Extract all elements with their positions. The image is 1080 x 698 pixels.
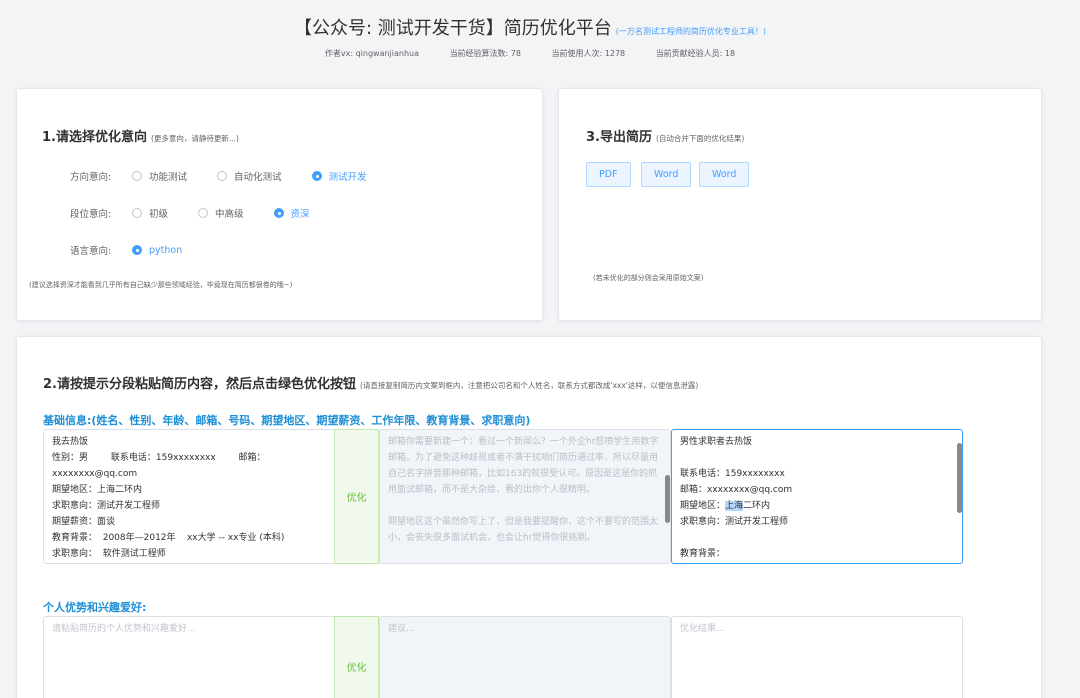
radio-direction-functional[interactable]: 功能测试: [132, 169, 187, 183]
radio-level-expert[interactable]: 资深: [273, 206, 310, 220]
basic-info-input[interactable]: 我去热饭 性别：男 联系电话：159xxxxxxxx 邮箱：xxxxxxxx@q…: [43, 429, 336, 564]
radio-dot: [198, 208, 209, 218]
radio-label: 中高级: [215, 209, 244, 220]
export-card-title: 3.导出简历 (自动合并下面的优化结果): [586, 126, 744, 145]
direction-row: 方向意向: 功能测试 自动化测试 测试开发: [70, 169, 397, 183]
author-info: 作者vx: qingwanjianhua: [324, 49, 420, 58]
radio-label: 资深: [290, 209, 310, 220]
result-line: 男性求职者去热饭: [680, 437, 753, 447]
basic-result-box[interactable]: 男性求职者去热饭 联系电话：159xxxxxxxx 邮箱：xxxxxxxx@qq…: [671, 429, 963, 564]
result-line: 求职意向：测试开发工程师: [680, 517, 789, 527]
page-subtitle: (一万名测试工程师的简历优化专业工具！): [615, 27, 767, 36]
contributor-count: 当前贡献经验人员: 18: [655, 49, 736, 58]
result-line: 期望地区：: [680, 501, 726, 511]
basic-info-label: 基础信息:(姓名、性别、年龄、邮箱、号码、期望地区、期望薪资、工作年限、教育背景…: [43, 414, 531, 427]
page-title: 【公众号: 测试开发干货】简历优化平台: [293, 18, 612, 39]
hobby-optimize-button[interactable]: 优化: [334, 616, 379, 698]
basic-advice-box: 邮箱你需要新建一个：看过一个新闻么？一个外企hr怒喷学生用数字邮箱。为了避免这种…: [379, 429, 671, 564]
result-scrollbar[interactable]: [957, 443, 962, 513]
hobby-result-box[interactable]: 优化结果...: [671, 616, 963, 698]
hobby-advice-box: 建议...: [379, 616, 671, 698]
resume-card-title: 2.请按提示分段粘贴简历内容，然后点击绿色优化按钮 (请直接复制简历内文案到框内，…: [43, 373, 698, 392]
hobby-input[interactable]: 请粘贴简历的个人优势和兴趣爱好...: [43, 616, 336, 698]
radio-dot: [311, 171, 322, 181]
hobby-result-placeholder: 优化结果...: [680, 624, 725, 634]
radio-dot: [132, 208, 142, 218]
radio-dot: [273, 208, 284, 218]
language-label: 语言意向:: [70, 246, 112, 257]
resume-title-text: 2.请按提示分段粘贴简历内容，然后点击绿色优化按钮: [43, 377, 356, 392]
radio-level-mid-senior[interactable]: 中高级: [198, 206, 244, 220]
intent-card: 1.请选择优化意向 (更多意向，请静待更新...) 方向意向: 功能测试 自动化测…: [16, 88, 543, 321]
usage-count: 当前使用人次: 1278: [551, 49, 626, 58]
basic-optimize-button[interactable]: 优化: [334, 429, 379, 564]
result-line: 邮箱：xxxxxxxx@qq.com: [680, 485, 793, 495]
intent-card-title: 1.请选择优化意向 (更多意向，请静待更新...): [42, 126, 239, 145]
radio-dot: [132, 245, 142, 255]
radio-level-junior[interactable]: 初级: [132, 206, 168, 220]
hobby-label: 个人优势和兴趣爱好:: [43, 601, 147, 614]
radio-direction-automation[interactable]: 自动化测试: [217, 169, 282, 183]
radio-dot: [132, 171, 142, 181]
radio-label: 测试开发: [328, 172, 367, 183]
export-card: 3.导出简历 (自动合并下面的优化结果) PDF Word Word (若未优化的…: [558, 88, 1042, 321]
page-title-bar: 【公众号: 测试开发干货】简历优化平台 (一万名测试工程师的简历优化专业工具！): [0, 14, 1060, 40]
export-note: (若未优化的部分则会采用原始文案): [593, 274, 704, 282]
resume-subtitle: (请直接复制简历内文案到框内，注意把公司名和个人姓名，联系方式都改成'xxx'这…: [359, 381, 699, 390]
language-row: 语言意向: python: [70, 243, 212, 258]
export-pdf-button[interactable]: PDF: [586, 162, 631, 187]
intent-subtitle: (更多意向，请静待更新...): [150, 134, 239, 143]
radio-dot: [217, 171, 228, 181]
algorithm-count: 当前经验算法数: 78: [449, 49, 521, 58]
result-line: 联系电话：159xxxxxxxx: [680, 469, 785, 479]
export-subtitle: (自动合并下面的优化结果): [655, 134, 745, 143]
hobby-input-placeholder: 请粘贴简历的个人优势和兴趣爱好...: [52, 624, 196, 634]
result-line: 教育背景：: [680, 549, 726, 559]
radio-label: 功能测试: [149, 172, 188, 183]
export-word-button-2[interactable]: Word: [699, 162, 750, 187]
level-label: 段位意向:: [70, 209, 112, 220]
selected-text: 上海: [725, 501, 744, 511]
stats-bar: 作者vx: qingwanjianhua 当前经验算法数: 78 当前使用人次:…: [0, 48, 1060, 59]
level-row: 段位意向: 初级 中高级 资深: [70, 206, 340, 220]
resume-input-card: 2.请按提示分段粘贴简历内容，然后点击绿色优化按钮 (请直接复制简历内文案到框内，…: [16, 336, 1042, 698]
direction-label: 方向意向:: [70, 172, 112, 183]
export-word-button[interactable]: Word: [641, 162, 692, 187]
radio-label: 初级: [149, 209, 169, 220]
result-line: 二环内: [743, 501, 771, 511]
radio-direction-testdev[interactable]: 测试开发: [311, 169, 367, 183]
intent-title-text: 1.请选择优化意向: [42, 130, 147, 145]
export-title-text: 3.导出简历: [586, 130, 652, 145]
hobby-advice-placeholder: 建议...: [388, 624, 415, 634]
radio-label: 自动化测试: [234, 172, 282, 183]
intent-note: (建议选择资深才能看到几乎所有自己缺少那些领域经验，毕竟现在简历都很卷的哦~): [29, 281, 293, 289]
radio-language-python[interactable]: python: [132, 245, 182, 256]
radio-label: python: [149, 244, 183, 256]
advice-scrollbar[interactable]: [665, 475, 670, 523]
